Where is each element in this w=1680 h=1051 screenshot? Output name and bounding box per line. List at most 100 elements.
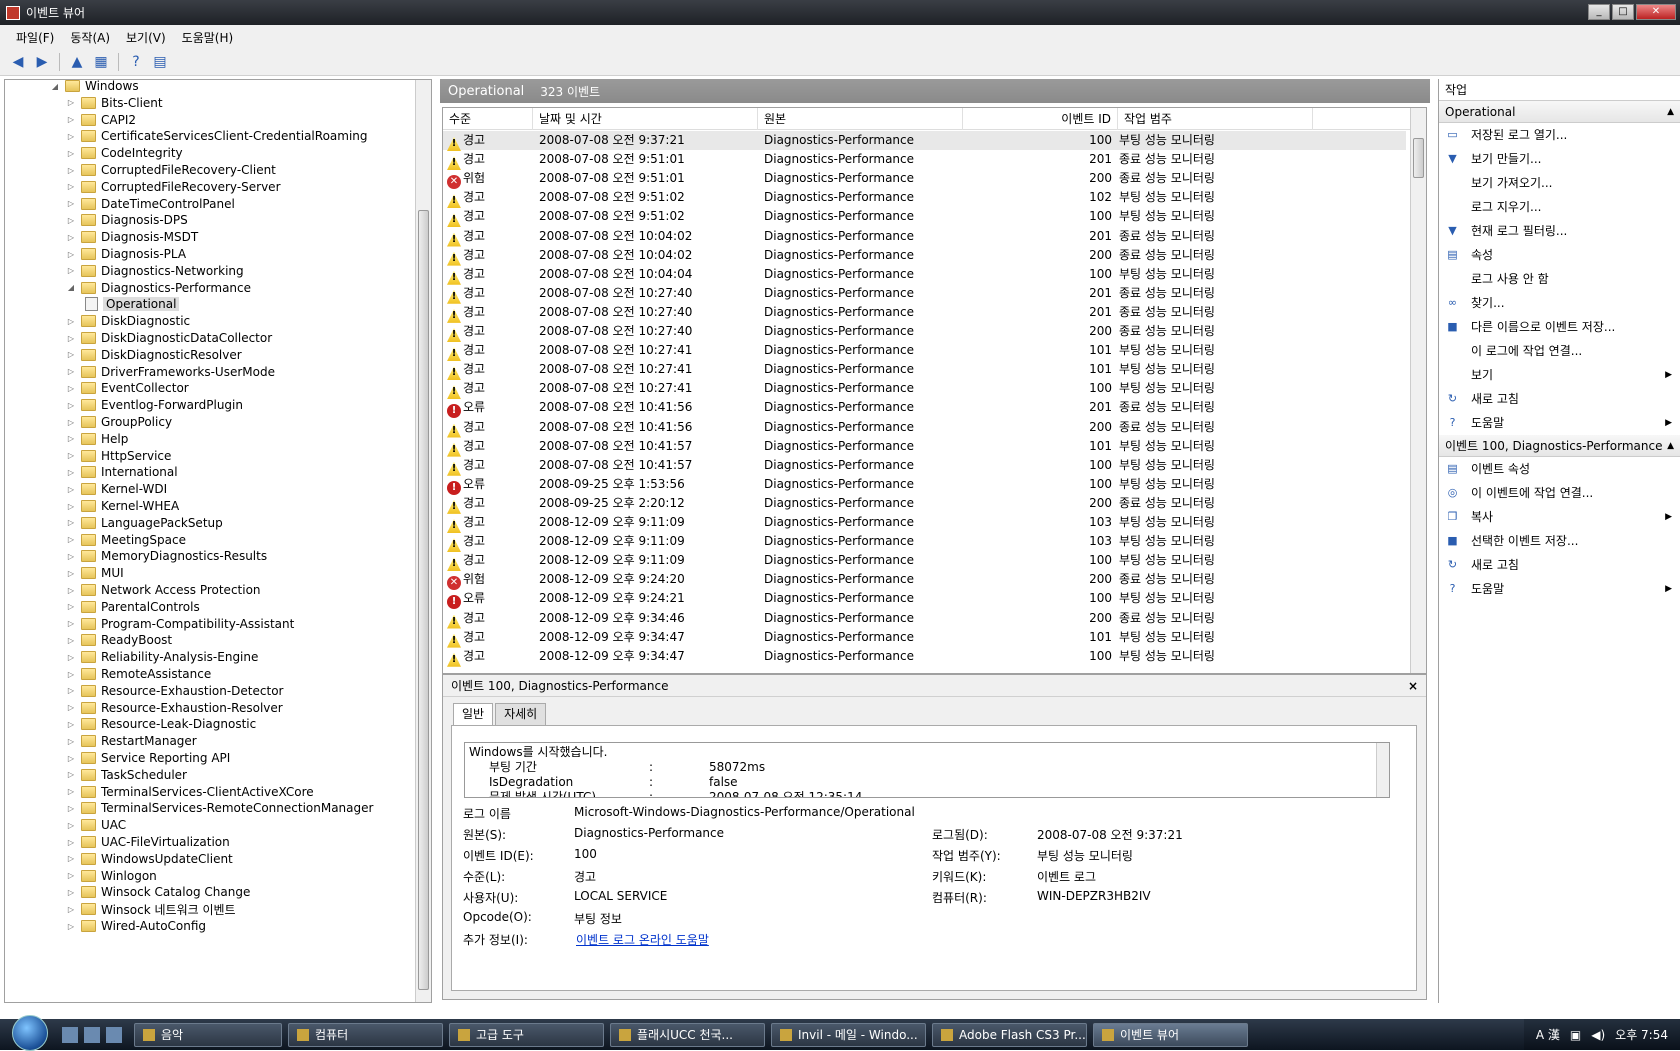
expand-arrow-icon[interactable]: ▷ [65, 670, 77, 679]
online-help-link[interactable]: 이벤트 로그 온라인 도움말 [576, 931, 709, 948]
table-row[interactable]: ! 경고 2008-07-08 오전 10:27:40 Diagnostics-Per… [443, 303, 1406, 323]
tree-item[interactable]: ▷ DateTimeControlPanel [65, 195, 235, 213]
expand-arrow-icon[interactable]: ▷ [65, 132, 77, 141]
tree-item[interactable]: ▷ EventCollector [65, 379, 189, 397]
event-list-scrollbar-thumb[interactable] [1413, 138, 1424, 178]
menu-item-2[interactable]: 보기(V) [118, 29, 174, 46]
menu-item-0[interactable]: 파일(F) [8, 29, 62, 46]
expand-arrow-icon[interactable]: ▷ [65, 334, 77, 343]
table-row[interactable]: ! 경고 2008-07-08 오전 9:51:02 Diagnostics-Perf… [443, 207, 1406, 228]
expand-arrow-icon[interactable]: ▷ [65, 250, 77, 259]
action-item[interactable]: ◎ 이 이벤트에 작업 연결... [1439, 481, 1680, 505]
tree-item[interactable]: ▷ MemoryDiagnostics-Results [65, 547, 267, 565]
tree-item[interactable]: ▷ ParentalControls [65, 598, 200, 616]
tree-item[interactable]: ▷ Eventlog-ForwardPlugin [65, 396, 243, 414]
table-row[interactable]: ✕ 위험 2008-07-08 오전 9:51:01 Diagnostics-Perf… [443, 169, 1406, 190]
action-item[interactable]: ↻ 새로 고침 [1439, 387, 1680, 411]
table-row[interactable]: ! 경고 2008-07-08 오전 9:51:02 Diagnostics-Perf… [443, 188, 1406, 209]
action-item[interactable]: ? 도움말 ▶ [1439, 577, 1680, 601]
console-tree[interactable]: ◢ Windows ▷ Bits-Client ▷ CAPI2 ▷ CertificateSe… [4, 79, 432, 1003]
up-folder-icon[interactable]: ▲ [67, 52, 87, 72]
language-bar-icon[interactable]: A 漢 [1536, 1026, 1560, 1043]
table-row[interactable]: ! 경고 2008-12-09 오후 9:11:09 Diagnostics-Perf… [443, 513, 1406, 533]
action-section-operational[interactable]: Operational ▲ [1439, 101, 1680, 123]
expand-arrow-icon[interactable]: ▷ [65, 266, 77, 275]
expand-arrow-icon[interactable]: ▷ [65, 586, 77, 595]
table-row[interactable]: ! 경고 2008-12-09 오후 9:11:09 Diagnostics-Perf… [443, 551, 1406, 572]
table-row[interactable]: ! 경고 2008-07-08 오전 9:37:21 Diagnostics-Perf… [443, 131, 1406, 151]
expand-arrow-icon[interactable]: ▷ [65, 98, 77, 107]
tree-item[interactable]: ▷ TerminalServices-ClientActiveXCore [65, 783, 314, 801]
start-button[interactable] [12, 1014, 48, 1051]
tree-item[interactable]: ▷ Service Reporting API [65, 749, 230, 767]
tree-item[interactable]: ▷ DiskDiagnostic [65, 312, 190, 330]
action-item[interactable]: ▤ 이벤트 속성 [1439, 457, 1680, 481]
description-scrollbar[interactable] [1376, 743, 1389, 797]
taskbar-button[interactable]: 고급 도구 [449, 1022, 604, 1047]
expand-arrow-icon[interactable]: ▷ [65, 485, 77, 494]
tree-item[interactable]: ▷ Winsock Catalog Change [65, 883, 250, 901]
expand-arrow-icon[interactable]: ▷ [65, 401, 77, 410]
tree-item[interactable]: ▷ International [65, 463, 178, 481]
action-item[interactable]: ❐ 복사 ▶ [1439, 505, 1680, 529]
table-row[interactable]: ! 경고 2008-07-08 오전 9:51:01 Diagnostics-Perf… [443, 150, 1406, 171]
table-row[interactable]: ! 경고 2008-07-08 오전 10:41:56 Diagnostics-Per… [443, 418, 1406, 438]
expand-arrow-icon[interactable]: ▷ [65, 619, 77, 628]
menu-item-1[interactable]: 동작(A) [62, 29, 118, 46]
tree-item[interactable]: ▷ RemoteAssistance [65, 665, 211, 683]
collapse-caret-icon[interactable]: ▲ [1667, 101, 1674, 123]
minimize-button[interactable]: _ [1588, 4, 1610, 20]
table-row[interactable]: ! 경고 2008-07-08 오전 10:27:41 Diagnostics-Per… [443, 341, 1406, 362]
column-header-0[interactable]: 수준 [443, 108, 533, 130]
tree-item[interactable]: ▷ Resource-Exhaustion-Detector [65, 682, 284, 700]
tree-item[interactable]: ▷ Program-Compatibility-Assistant [65, 615, 294, 633]
expand-arrow-icon[interactable]: ▷ [65, 451, 77, 460]
expand-arrow-icon[interactable]: ▷ [65, 838, 77, 847]
field-value[interactable]: Microsoft-Windows-Diagnostics-Performanc… [574, 805, 915, 819]
tree-item[interactable]: ▷ Kernel-WHEA [65, 497, 179, 515]
expand-arrow-icon[interactable]: ▷ [65, 502, 77, 511]
tree-item[interactable]: ▷ ReadyBoost [65, 631, 172, 649]
table-row[interactable]: ! 경고 2008-07-08 오전 10:27:40 Diagnostics-Per… [443, 322, 1406, 342]
tree-item[interactable]: ▷ CodeIntegrity [65, 144, 183, 162]
expand-arrow-icon[interactable]: ▷ [65, 552, 77, 561]
expand-arrow-icon[interactable]: ▷ [65, 754, 77, 763]
expand-arrow-icon[interactable]: ▷ [65, 350, 77, 359]
collapse-arrow-icon[interactable]: ◢ [65, 283, 77, 292]
tree-item[interactable]: ▷ Kernel-WDI [65, 480, 167, 498]
expand-arrow-icon[interactable]: ▷ [65, 636, 77, 645]
action-section-event[interactable]: 이벤트 100, Diagnostics-Performance ▲ [1439, 435, 1680, 457]
expand-arrow-icon[interactable]: ▷ [65, 703, 77, 712]
table-row[interactable]: ! 경고 2008-12-09 오후 9:34:47 Diagnostics-Perf… [443, 628, 1406, 648]
taskbar-button[interactable]: 컴퓨터 [288, 1022, 443, 1047]
expand-arrow-icon[interactable]: ▷ [65, 468, 77, 477]
tree-item[interactable]: ▷ Winsock 네트워크 이벤트 [65, 900, 236, 918]
expand-arrow-icon[interactable]: ▷ [65, 384, 77, 393]
close-detail-icon[interactable]: × [1408, 675, 1418, 697]
expand-arrow-icon[interactable]: ▷ [65, 821, 77, 830]
table-row[interactable]: ! 오류 2008-12-09 오후 9:24:21 Diagnostics-Perf… [443, 589, 1406, 610]
collapse-caret-icon[interactable]: ▲ [1667, 435, 1674, 457]
taskbar-button[interactable]: Invil - 메일 - Windo... [771, 1022, 926, 1047]
tree-item[interactable]: ▷ TerminalServices-RemoteConnectionManage… [65, 799, 374, 817]
show-hide-action-pane-icon[interactable]: ▤ [150, 52, 170, 72]
table-row[interactable]: ! 경고 2008-12-09 오후 9:34:47 Diagnostics-Perf… [443, 647, 1406, 667]
tree-item[interactable]: ▷ Reliability-Analysis-Engine [65, 648, 258, 666]
expand-arrow-icon[interactable]: ▷ [65, 166, 77, 175]
expand-arrow-icon[interactable]: ▷ [65, 888, 77, 897]
expand-arrow-icon[interactable]: ▷ [65, 787, 77, 796]
table-row[interactable]: ! 경고 2008-07-08 오전 10:27:41 Diagnostics-Per… [443, 360, 1406, 381]
tree-item[interactable]: ▷ Resource-Exhaustion-Resolver [65, 699, 283, 717]
tree-item[interactable]: ▷ CertificateServicesClient-CredentialRoa… [65, 127, 368, 145]
show-desktop-icon[interactable] [62, 1026, 78, 1043]
expand-arrow-icon[interactable]: ▷ [65, 804, 77, 813]
action-item[interactable]: 보기 가져오기... [1439, 171, 1680, 195]
action-item[interactable]: ▭ 저장된 로그 열기... [1439, 123, 1680, 147]
expand-arrow-icon[interactable]: ▷ [65, 199, 77, 208]
media-player-icon[interactable] [106, 1026, 122, 1043]
table-row[interactable]: ✕ 위험 2008-12-09 오후 9:24:20 Diagnostics-Perf… [443, 570, 1406, 591]
action-item[interactable]: ? 도움말 ▶ [1439, 411, 1680, 435]
action-item[interactable]: 보기 ▶ [1439, 363, 1680, 387]
event-list-scrollbar[interactable] [1410, 108, 1426, 673]
network-icon[interactable]: ▣ [1570, 1028, 1581, 1042]
